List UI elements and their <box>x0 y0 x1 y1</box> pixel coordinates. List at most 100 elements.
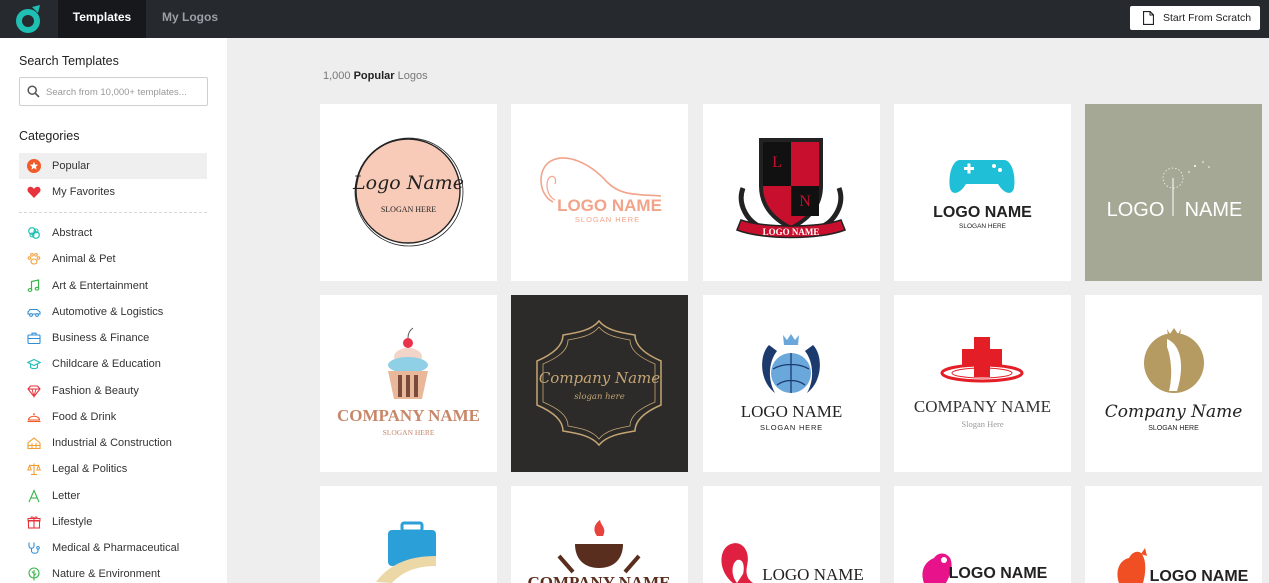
category-label: Popular <box>52 160 90 172</box>
logo-preview-letter: N <box>799 193 811 210</box>
category-childcare-education[interactable]: Childcare & Education <box>19 351 207 377</box>
category-label: My Favorites <box>52 186 115 198</box>
search-templates-heading: Search Templates <box>19 54 119 68</box>
logo-preview-title: LOGO NAME <box>740 402 843 421</box>
search-input[interactable] <box>46 82 204 102</box>
logo-preview-image <box>1144 328 1204 393</box>
category-label: Automotive & Logistics <box>52 306 164 318</box>
logo-preview-title: LOGO NAME <box>1150 568 1249 583</box>
heart-icon <box>27 186 41 198</box>
template-card[interactable]: COMPANY NAME SLOGAN HERE <box>320 295 497 472</box>
logo-preview-image: L N LOGO NAME <box>736 138 846 239</box>
template-card[interactable]: LOGO NAME <box>894 486 1071 583</box>
category-label: Abstract <box>52 227 93 239</box>
category-food-drink[interactable]: Food & Drink <box>19 404 207 430</box>
category-abstract[interactable]: Abstract <box>19 220 207 246</box>
template-card[interactable]: Company Name SLOGAN HERE <box>1085 295 1262 472</box>
template-card[interactable]: L N LOGO NAME <box>703 104 880 281</box>
category-label: Letter <box>52 490 81 502</box>
logo-preview-image <box>376 521 436 583</box>
template-card[interactable]: LOGO NAME <box>1085 486 1262 583</box>
leaf-icon <box>28 567 40 581</box>
template-card[interactable]: LOGO NAME <box>1085 104 1262 281</box>
logo-preview-image <box>762 334 820 393</box>
category-automotive-logistics[interactable]: Automotive & Logistics <box>19 299 207 325</box>
logo-preview-slogan: SLOGAN HERE <box>382 428 435 437</box>
sidebar-divider <box>19 212 207 213</box>
category-label: Lifestyle <box>52 516 93 528</box>
category-label: Business & Finance <box>52 332 150 344</box>
results-filter: Popular <box>353 70 395 82</box>
paw-icon <box>27 253 41 265</box>
category-label: Art & Entertainment <box>52 280 148 292</box>
logo-preview-slogan: SLOGAN HERE <box>380 205 437 214</box>
logo-preview-slogan: slogan here <box>574 392 625 402</box>
logo-preview-image: LOGO NAME <box>721 543 864 583</box>
template-card[interactable]: COMPANY NAME Slogan Here <box>894 295 1071 472</box>
category-label: Animal & Pet <box>52 253 116 265</box>
logo-preview-title-2: NAME <box>1184 199 1243 221</box>
document-icon <box>1143 11 1154 25</box>
start-from-scratch-label: Start From Scratch <box>1163 12 1252 24</box>
template-card[interactable]: COMPANY NAME <box>511 486 688 583</box>
cloche-icon <box>27 413 41 423</box>
category-label: Childcare & Education <box>52 358 161 370</box>
search-icon <box>27 85 40 98</box>
letter-a-icon <box>28 489 40 503</box>
top-bar: Templates My Logos Start From Scratch <box>0 0 1269 38</box>
template-card[interactable]: Logo Name SLOGAN HERE <box>320 104 497 281</box>
category-letter[interactable]: Letter <box>19 483 207 509</box>
category-popular[interactable]: Popular <box>19 153 207 179</box>
logo-preview-image <box>949 160 1015 193</box>
star-badge-icon <box>27 159 41 173</box>
tab-templates[interactable]: Templates <box>58 0 146 38</box>
logo-preview-title: LOGO NAME <box>557 196 662 215</box>
template-card[interactable]: Company Name slogan here <box>511 295 688 472</box>
logo-preview-letter: L <box>772 154 782 171</box>
search-box[interactable] <box>19 77 208 106</box>
categories-heading: Categories <box>19 129 80 143</box>
category-art-entertainment[interactable]: Art & Entertainment <box>19 273 207 299</box>
music-note-icon <box>27 279 40 292</box>
logo-preview-slogan: SLOGAN HERE <box>574 215 641 224</box>
template-card[interactable] <box>320 486 497 583</box>
template-card[interactable]: LOGO NAME SLOGAN HERE <box>894 104 1071 281</box>
results-count: 1,000 Popular Logos <box>323 70 428 82</box>
category-nature-environment[interactable]: Nature & Environment <box>19 561 207 583</box>
graduation-cap-icon <box>27 358 41 370</box>
diamond-icon <box>27 385 41 398</box>
category-label: Food & Drink <box>52 411 117 423</box>
category-lifestyle[interactable]: Lifestyle <box>19 509 207 535</box>
category-business-finance[interactable]: Business & Finance <box>19 325 207 351</box>
category-medical-pharmaceutical[interactable]: Medical & Pharmaceutical <box>19 535 207 561</box>
template-card[interactable]: LOGO NAME SLOGAN HERE <box>511 104 688 281</box>
logo-preview-title: Logo Name <box>353 172 464 194</box>
car-icon <box>27 308 41 317</box>
logo-preview-title: Company Name <box>1104 402 1243 422</box>
category-my-favorites[interactable]: My Favorites <box>19 179 207 205</box>
template-card[interactable]: LOGO NAME <box>703 486 880 583</box>
category-industrial-construction[interactable]: Industrial & Construction <box>19 430 207 456</box>
stethoscope-icon <box>28 542 40 554</box>
gift-icon <box>27 516 41 529</box>
template-card[interactable]: LOGO NAME SLOGAN HERE <box>703 295 880 472</box>
logo-preview-image <box>540 157 662 203</box>
logo-preview-title: LOGO NAME <box>762 565 864 583</box>
logo-preview-slogan: SLOGAN HERE <box>959 223 1006 230</box>
category-animal-pet[interactable]: Animal & Pet <box>19 246 207 272</box>
logo-preview-image: COMPANY NAME <box>527 520 671 583</box>
app-logo-icon[interactable] <box>14 3 44 35</box>
logo-preview-image <box>1162 161 1210 216</box>
tab-my-logos[interactable]: My Logos <box>150 0 230 38</box>
abstract-icon <box>28 227 40 239</box>
category-legal-politics[interactable]: Legal & Politics <box>19 456 207 482</box>
logo-preview-title: LOGO NAME <box>949 565 1048 582</box>
category-label: Medical & Pharmaceutical <box>52 542 180 554</box>
logo-preview-image: LOGO NAME <box>922 553 1048 583</box>
factory-icon <box>27 437 41 450</box>
logo-preview-title: COMPANY NAME <box>913 397 1052 416</box>
logo-preview-image <box>940 337 1024 383</box>
logo-preview-image: LOGO NAME <box>1117 548 1249 583</box>
category-fashion-beauty[interactable]: Fashion & Beauty <box>19 378 207 404</box>
start-from-scratch-button[interactable]: Start From Scratch <box>1130 6 1260 30</box>
